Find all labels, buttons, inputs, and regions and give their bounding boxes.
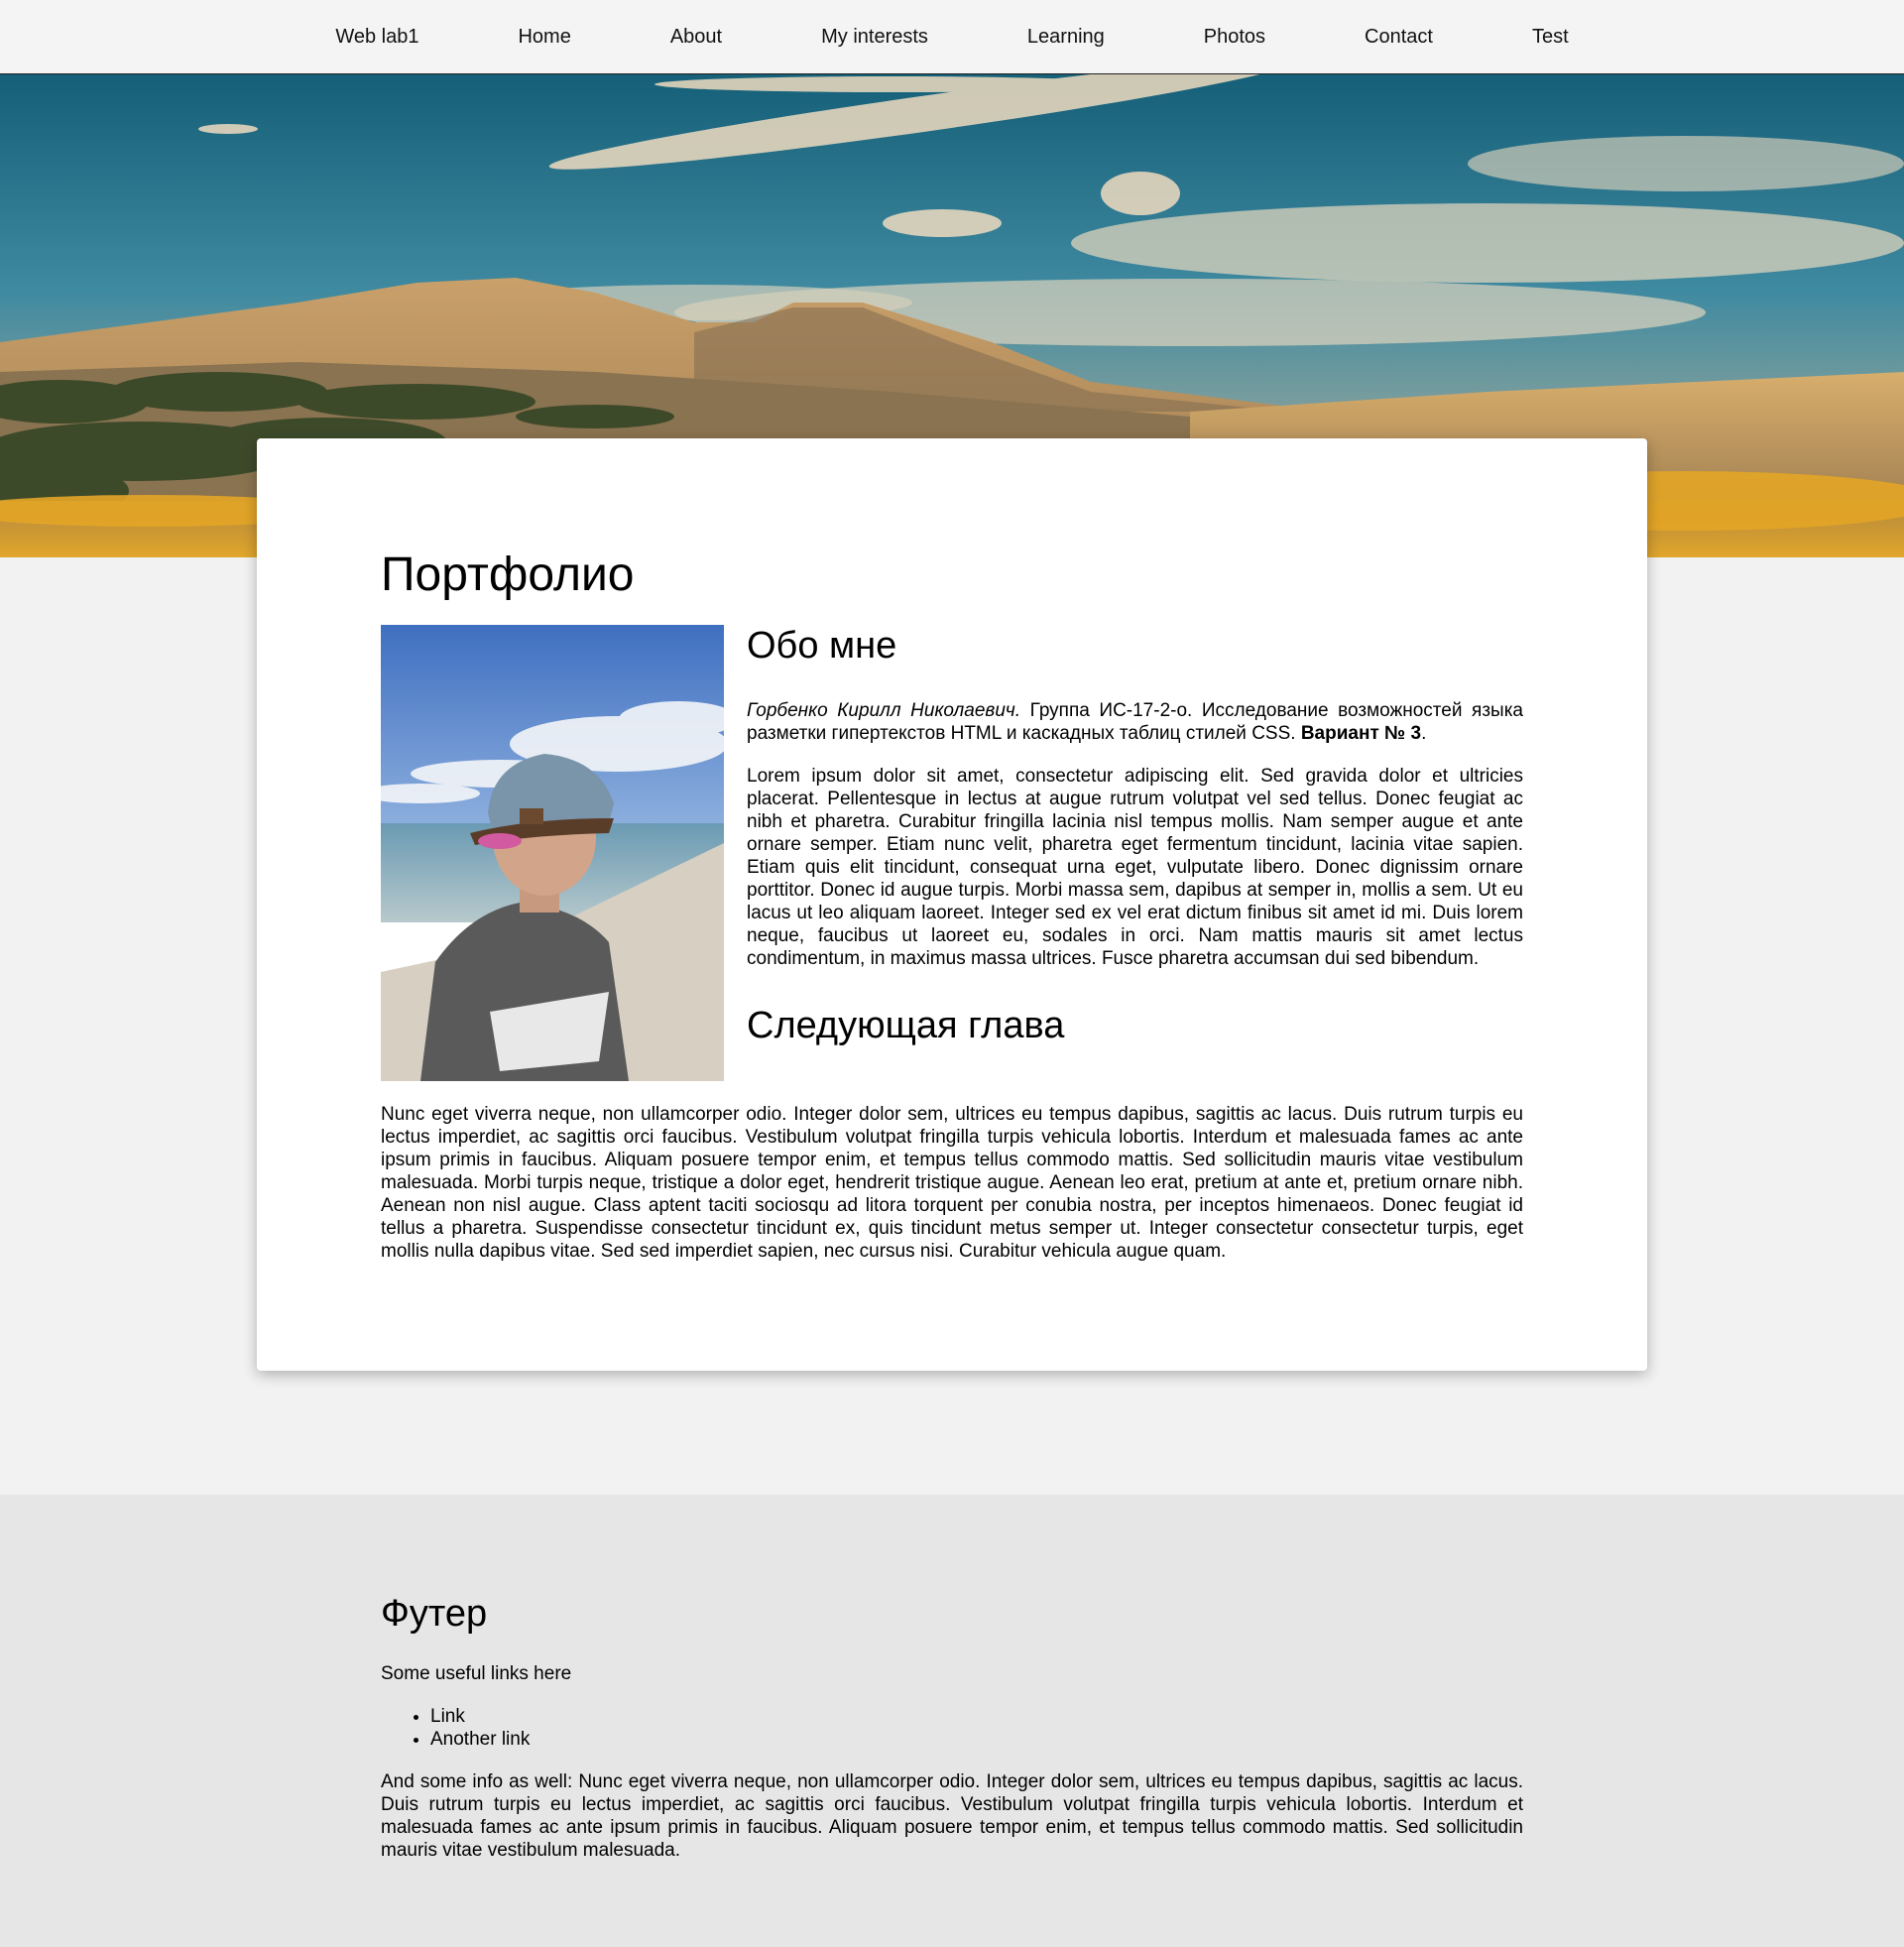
intro-end: . [1421,722,1427,744]
footer-inner: Футер Some useful links here Link Anothe… [381,1593,1523,1862]
variant-label: Вариант № 3 [1300,722,1422,744]
footer-link-item: Another link [430,1728,1523,1751]
footer-info: And some info as well: Nunc eget viverra… [381,1770,1523,1861]
top-nav: Web lab1 Home About My interests Learnin… [0,0,1904,74]
nav-link-test[interactable]: Test [1532,26,1569,49]
lorem-paragraph: Lorem ipsum dolor sit amet, consectetur … [747,765,1523,969]
footer-link[interactable]: Link [430,1706,465,1727]
profile-photo [381,625,724,1081]
footer-title: Футер [381,1593,488,1635]
about-section: Обо мне Горбенко Кирилл Николаевич. Груп… [747,625,1523,1047]
page-title: Портфолио [381,548,635,601]
nav-link-photos[interactable]: Photos [1204,26,1265,49]
nav-link-my-interests[interactable]: My interests [821,26,928,49]
nav-link-web-lab1[interactable]: Web lab1 [335,26,418,49]
nav-link-contact[interactable]: Contact [1365,26,1433,49]
content-card: Портфолио Обо мне Горбенко Кирилл Никола… [257,438,1647,1371]
author-name: Горбенко Кирилл Николаевич. [747,699,1021,721]
nav-link-home[interactable]: Home [518,26,570,49]
nav-link-about[interactable]: About [670,26,722,49]
intro-paragraph: Горбенко Кирилл Николаевич. Группа ИС-17… [747,699,1523,745]
content-inner: Портфолио Обо мне Горбенко Кирилл Никола… [381,538,1523,1262]
next-chapter-paragraph: Nunc eget viverra neque, non ullamcorper… [381,1104,1523,1262]
footer-subtitle: Some useful links here [381,1662,572,1684]
nav-link-learning[interactable]: Learning [1027,26,1105,49]
footer-links-list: Link Another link [381,1705,1523,1751]
footer-link-item: Link [430,1705,1523,1728]
next-chapter-heading: Следующая глава [747,1004,1065,1046]
about-heading: Обо мне [747,625,897,667]
page-footer: Футер Some useful links here Link Anothe… [0,1495,1904,1947]
footer-link-another[interactable]: Another link [430,1729,530,1750]
